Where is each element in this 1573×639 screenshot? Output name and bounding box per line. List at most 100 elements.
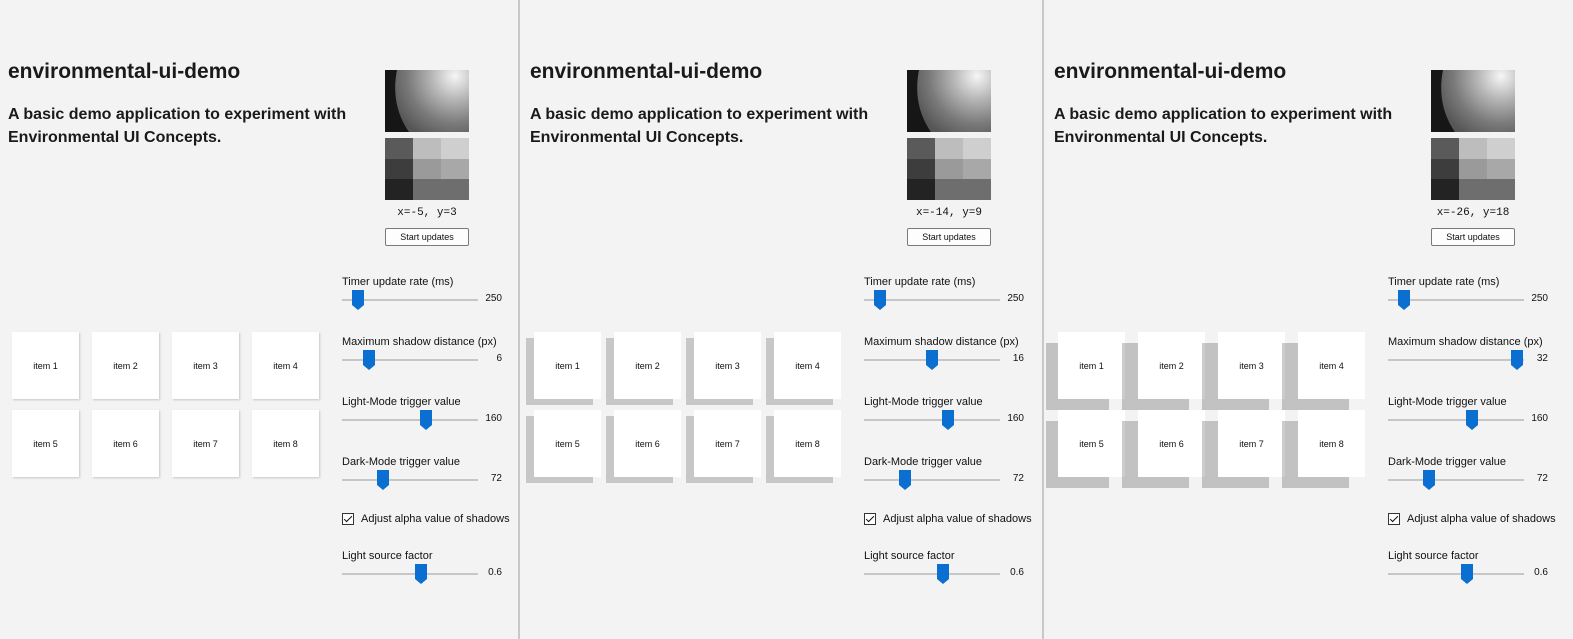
item-card[interactable]: item 5 <box>1058 410 1125 477</box>
item-card[interactable]: item 8 <box>1298 410 1365 477</box>
light-factor-slider[interactable] <box>342 564 478 584</box>
adjust-alpha-checkbox[interactable] <box>342 513 354 525</box>
coordinates-readout: x=-5, y=3 <box>397 207 457 219</box>
light-factor-slider[interactable] <box>864 564 1000 584</box>
slider-value: 72 <box>1012 473 1024 484</box>
slider-label: Timer update rate (ms) <box>1388 276 1500 288</box>
slider-thumb[interactable] <box>363 350 376 370</box>
slider-thumb[interactable] <box>420 410 433 430</box>
slider[interactable] <box>1388 350 1524 370</box>
brightness-cell <box>385 179 413 200</box>
item-card[interactable]: item 2 <box>92 332 159 399</box>
brightness-cell <box>1459 158 1487 180</box>
item-card[interactable]: item 2 <box>1138 332 1205 399</box>
brightness-cell <box>1431 138 1459 159</box>
item-card[interactable]: item 7 <box>694 410 761 477</box>
slider-thumb[interactable] <box>1398 290 1411 310</box>
item-card[interactable]: item 1 <box>534 332 601 399</box>
item-card[interactable]: item 3 <box>172 332 239 399</box>
brightness-cell <box>413 179 441 200</box>
slider-thumb[interactable] <box>926 350 938 370</box>
window-divider <box>518 0 520 639</box>
light-factor-value: 0.6 <box>1010 567 1024 578</box>
slider-thumb[interactable] <box>942 410 955 430</box>
brightness-cell <box>1431 158 1459 180</box>
slider[interactable] <box>342 470 478 490</box>
page-subtitle: A basic demo application to experiment w… <box>530 106 869 146</box>
slider[interactable] <box>864 350 1000 370</box>
item-card[interactable]: item 5 <box>12 410 79 477</box>
adjust-alpha-checkbox-row[interactable]: Adjust alpha value of shadows <box>864 513 1032 525</box>
coordinates-readout: x=-14, y=9 <box>915 207 982 219</box>
slider-track <box>342 479 478 481</box>
item-card[interactable]: item 3 <box>694 332 761 399</box>
item-card[interactable]: item 3 <box>1218 332 1285 399</box>
brightness-cell <box>935 179 963 200</box>
slider-thumb[interactable] <box>352 290 365 310</box>
brightness-cell <box>963 158 991 180</box>
slider[interactable] <box>342 410 478 430</box>
item-card[interactable]: item 4 <box>1298 332 1365 399</box>
slider-label: Light-Mode trigger value <box>342 396 461 408</box>
item-card[interactable]: item 2 <box>614 332 681 399</box>
start-updates-button[interactable]: Start updates <box>907 228 991 246</box>
item-card[interactable]: item 6 <box>614 410 681 477</box>
item-card[interactable]: item 1 <box>12 332 79 399</box>
brightness-grid <box>907 138 991 200</box>
page-subtitle: A basic demo application to experiment w… <box>8 106 347 146</box>
slider-track <box>342 419 478 421</box>
brightness-cell <box>935 158 963 180</box>
item-card[interactable]: item 4 <box>774 332 841 399</box>
item-card[interactable]: item 1 <box>1058 332 1125 399</box>
window-divider <box>1042 0 1044 639</box>
page-title: environmental-ui-demo <box>8 60 241 83</box>
slider[interactable] <box>1388 290 1524 310</box>
slider-value: 32 <box>1536 353 1548 364</box>
slider-thumb[interactable] <box>898 470 911 490</box>
slider-thumb[interactable] <box>1466 410 1479 430</box>
item-card[interactable]: item 6 <box>92 410 159 477</box>
item-card[interactable]: item 6 <box>1138 410 1205 477</box>
coordinates-readout: x=-26, y=18 <box>1436 207 1510 219</box>
slider-label: Maximum shadow distance (px) <box>1388 336 1543 348</box>
slider-value: 16 <box>1012 353 1024 364</box>
adjust-alpha-checkbox-row[interactable]: Adjust alpha value of shadows <box>342 513 510 525</box>
light-factor-slider[interactable] <box>1388 564 1524 584</box>
slider-label: Dark-Mode trigger value <box>864 456 982 468</box>
start-updates-button[interactable]: Start updates <box>1431 228 1515 246</box>
slider-thumb[interactable] <box>1511 350 1524 370</box>
slider[interactable] <box>864 290 1000 310</box>
start-updates-button[interactable]: Start updates <box>385 228 469 246</box>
slider-track <box>342 573 478 575</box>
slider-value: 250 <box>485 293 502 304</box>
slider[interactable] <box>864 410 1000 430</box>
slider-thumb[interactable] <box>1422 470 1435 490</box>
slider-thumb[interactable] <box>874 290 887 310</box>
item-card[interactable]: item 5 <box>534 410 601 477</box>
app-window: environmental-ui-demo A basic demo applic… <box>522 0 1044 639</box>
slider[interactable] <box>1388 470 1524 490</box>
adjust-alpha-checkbox[interactable] <box>1388 513 1400 525</box>
slider[interactable] <box>342 350 478 370</box>
item-card[interactable]: item 4 <box>252 332 319 399</box>
item-card[interactable]: item 7 <box>172 410 239 477</box>
slider[interactable] <box>1388 410 1524 430</box>
slider[interactable] <box>342 290 478 310</box>
brightness-cell <box>1487 138 1515 159</box>
brightness-grid <box>385 138 469 200</box>
slider-thumb[interactable] <box>376 470 389 490</box>
brightness-cell <box>1487 179 1515 200</box>
adjust-alpha-checkbox[interactable] <box>864 513 876 525</box>
item-card[interactable]: item 7 <box>1218 410 1285 477</box>
slider[interactable] <box>864 470 1000 490</box>
adjust-alpha-checkbox-row[interactable]: Adjust alpha value of shadows <box>1388 513 1556 525</box>
item-card[interactable]: item 8 <box>774 410 841 477</box>
adjust-alpha-label: Adjust alpha value of shadows <box>1407 513 1556 525</box>
brightness-cell <box>907 158 935 180</box>
item-card[interactable]: item 8 <box>252 410 319 477</box>
slider-track <box>1388 419 1524 421</box>
slider-thumb[interactable] <box>414 564 427 584</box>
slider-thumb[interactable] <box>1460 564 1473 584</box>
slider-thumb[interactable] <box>936 564 949 584</box>
slider-label: Maximum shadow distance (px) <box>864 336 1019 348</box>
